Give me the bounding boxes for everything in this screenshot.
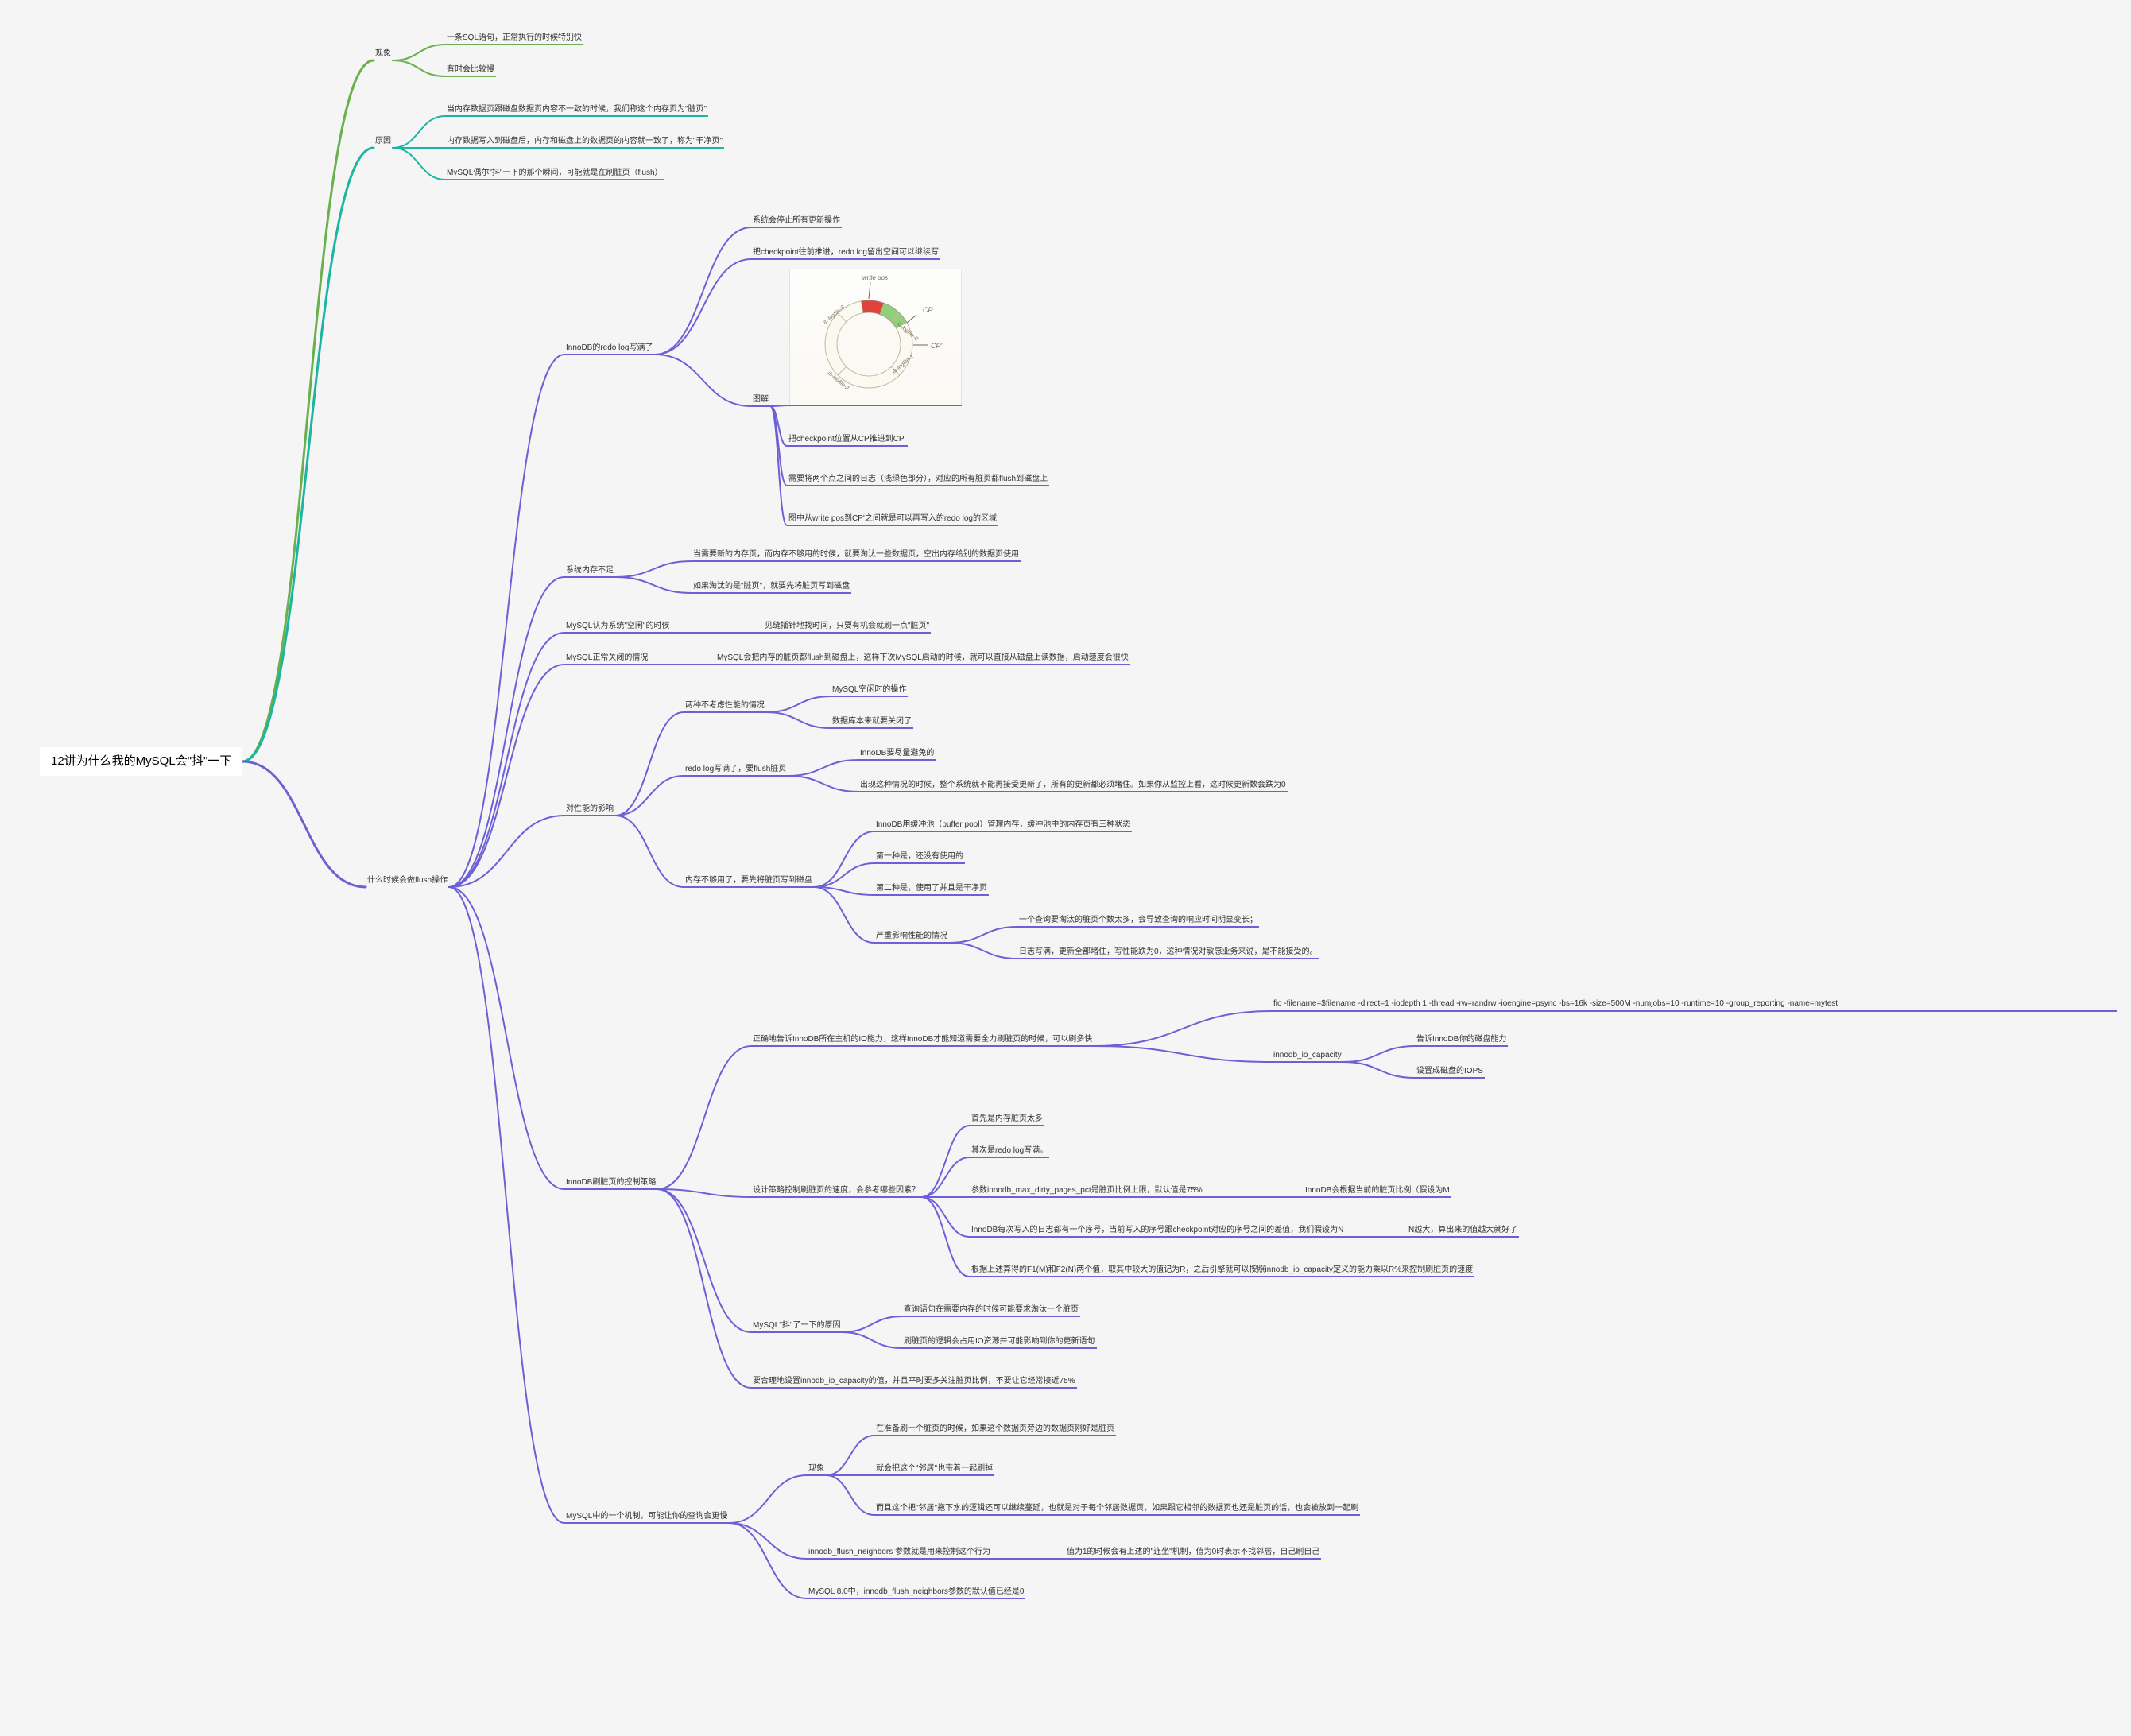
leaf: 第二种是，使用了并且是干净页 bbox=[874, 882, 989, 895]
node-io: 正确地告诉InnoDB所在主机的IO能力，这样InnoDB才能知道需要全力刷脏页… bbox=[751, 1033, 1094, 1046]
leaf: InnoDB用缓冲池（buffer pool）管理内存，缓冲池中的内存页有三种状… bbox=[874, 819, 1132, 831]
node-redo-full: InnoDB的redo log写满了 bbox=[564, 342, 655, 355]
node-perf: 对性能的影响 bbox=[564, 803, 615, 816]
node-diagram: 图解 bbox=[751, 393, 770, 406]
leaf: MySQL空闲时的操作 bbox=[831, 684, 908, 696]
leaf: 把checkpoint位置从CP推进到CP' bbox=[787, 433, 908, 446]
leaf-fio: fio -filename=$filename -direct=1 -iodep… bbox=[1272, 998, 2117, 1011]
leaf: MySQL偶尔"抖"一下的那个瞬间，可能就是在刷脏页（flush） bbox=[445, 167, 664, 180]
leaf: 告诉InnoDB你的磁盘能力 bbox=[1415, 1033, 1508, 1046]
node-mem-short: 系统内存不足 bbox=[564, 564, 615, 577]
leaf: 设置成磁盘的IOPS bbox=[1415, 1065, 1485, 1078]
root-node: 12讲为什么我的MySQL会"抖"一下 bbox=[40, 747, 242, 776]
node-neighbor: MySQL中的一个机制，可能让你的查询会更慢 bbox=[564, 1510, 729, 1523]
leaf: 首先是内存脏页太多 bbox=[970, 1113, 1044, 1126]
node-phenomenon: 现象 bbox=[374, 48, 393, 60]
leaf: InnoDB每次写入的日志都有一个序号，当前写入的序号跟checkpoint对应… bbox=[970, 1224, 1345, 1237]
node-strategy: InnoDB刷脏页的控制策略 bbox=[564, 1176, 657, 1189]
leaf: 内存数据写入到磁盘后，内存和磁盘上的数据页的内容就一致了，称为"干净页" bbox=[445, 135, 724, 148]
leaf: 见缝插针地找时间，只要有机会就刷一点"脏页" bbox=[763, 620, 931, 633]
node-mem-perf: 内存不够用了，要先将脏页写到磁盘 bbox=[684, 874, 814, 887]
leaf: 而且这个把"邻居"拖下水的逻辑还可以继续蔓延，也就是对于每个邻居数据页，如果跟它… bbox=[874, 1502, 1360, 1515]
leaf: 出现这种情况的时候，整个系统就不能再接受更新了，所有的更新都必须堵住。如果你从监… bbox=[858, 779, 1288, 792]
mindmap-canvas: 12讲为什么我的MySQL会"抖"一下 现象 一条SQL语句，正常执行的时候特别… bbox=[0, 0, 2131, 1736]
leaf-care: 要合理地设置innodb_io_capacity的值，并且平时要多关注脏页比例，… bbox=[751, 1375, 1077, 1388]
leaf: 需要将两个点之间的日志（浅绿色部分），对应的所有脏页都flush到磁盘上 bbox=[787, 473, 1049, 486]
leaf: 参数innodb_max_dirty_pages_pct是脏页比例上限，默认值是… bbox=[970, 1184, 1204, 1197]
node-neighbor-phen: 现象 bbox=[807, 1463, 826, 1475]
node-flush-when: 什么时候会做flush操作 bbox=[366, 874, 449, 887]
checkpoint-diagram bbox=[789, 269, 962, 405]
node-io-capacity: innodb_io_capacity bbox=[1272, 1049, 1343, 1062]
leaf: 在准备刷一个脏页的时候，如果这个数据页旁边的数据页刚好是脏页 bbox=[874, 1423, 1116, 1436]
leaf: 一个查询要淘汰的脏页个数太多，会导致查询的响应时间明显变长； bbox=[1017, 914, 1259, 927]
node-redo-perf: redo log写满了，要flush脏页 bbox=[684, 763, 788, 776]
leaf: 根据上述算得的F1(M)和F2(N)两个值，取其中较大的值记为R，之后引擎就可以… bbox=[970, 1264, 1474, 1277]
node-no-care: 两种不考虑性能的情况 bbox=[684, 699, 766, 712]
leaf: 有时会比较慢 bbox=[445, 64, 496, 76]
leaf: 如果淘汰的是"脏页"，就要先将脏页写到磁盘 bbox=[692, 580, 851, 593]
leaf: InnoDB要尽量避免的 bbox=[858, 747, 936, 760]
leaf: InnoDB会根据当前的脏页比例（假设为M bbox=[1304, 1184, 1451, 1197]
node-neighbor-param: innodb_flush_neighbors 参数就是用来控制这个行为 bbox=[807, 1546, 992, 1559]
leaf: 当内存数据页跟磁盘数据页内容不一致的时候，我们称这个内存页为"脏页" bbox=[445, 103, 708, 116]
node-idle: MySQL认为系统"空闲"的时候 bbox=[564, 620, 671, 633]
leaf: 把checkpoint往前推进，redo log留出空间可以继续写 bbox=[751, 246, 940, 259]
leaf: 数据库本来就要关闭了 bbox=[831, 715, 913, 728]
leaf: 值为1的时候会有上述的"连坐"机制，值为0时表示不找邻居，自己刷自己 bbox=[1065, 1546, 1321, 1559]
leaf: 日志写满，更新全部堵住，写性能跌为0，这种情况对敏感业务来说，是不能接受的。 bbox=[1017, 946, 1319, 959]
leaf: 刷脏页的逻辑会占用IO资源并可能影响到你的更新语句 bbox=[902, 1335, 1097, 1348]
leaf: 当需要新的内存页，而内存不够用的时候，就要淘汰一些数据页，空出内存给别的数据页使… bbox=[692, 548, 1021, 561]
node-pause: MySQL"抖"了一下的原因 bbox=[751, 1319, 842, 1332]
leaf: 其次是redo log写满。 bbox=[970, 1145, 1049, 1157]
leaf: 查询语句在需要内存的时候可能要求淘汰一个脏页 bbox=[902, 1304, 1080, 1316]
node-reason: 原因 bbox=[374, 135, 393, 148]
node-shutdown: MySQL正常关闭的情况 bbox=[564, 652, 649, 665]
leaf: 就会把这个"邻居"也带着一起刷掉 bbox=[874, 1463, 994, 1475]
leaf: N越大，算出来的值越大就好了 bbox=[1407, 1224, 1519, 1237]
leaf: 第一种是，还没有使用的 bbox=[874, 851, 965, 863]
node-bad-perf: 严重影响性能的情况 bbox=[874, 930, 949, 943]
leaf: 图中从write pos到CP'之间就是可以再写入的redo log的区域 bbox=[787, 513, 998, 525]
leaf: MySQL 8.0中，innodb_flush_neighbors参数的默认值已… bbox=[807, 1586, 1025, 1598]
leaf: 一条SQL语句，正常执行的时候特别快 bbox=[445, 32, 583, 45]
leaf: 系统会停止所有更新操作 bbox=[751, 215, 842, 227]
node-speed: 设计策略控制刷脏页的速度，会参考哪些因素？ bbox=[751, 1184, 921, 1197]
leaf: MySQL会把内存的脏页都flush到磁盘上，这样下次MySQL启动的时候，就可… bbox=[715, 652, 1130, 665]
